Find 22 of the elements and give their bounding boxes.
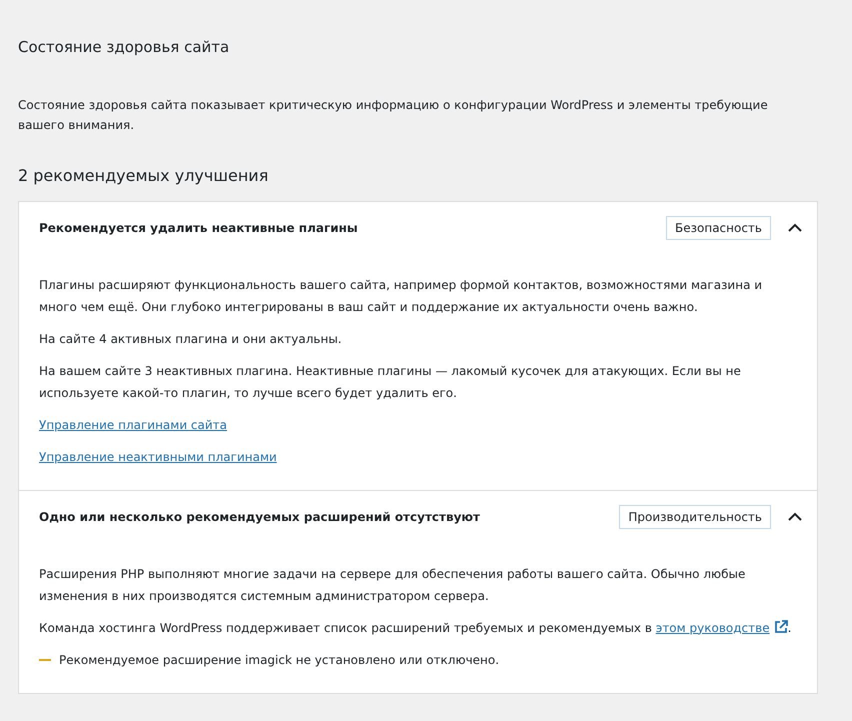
link[interactable]: этом руководстве — [656, 620, 788, 634]
page-description: Состояние здоровья сайта показывает критическую информацию о конфигурации WordPress и элементы требующие вашего внимания. — [18, 96, 769, 134]
warning-dash-icon — [39, 658, 51, 660]
external-link-icon — [774, 620, 788, 634]
paragraph: Расширения PHP выполняют многие задачи на сервере для обеспечения работы вашего сайта. Обычно любые изменения в них производятся системным администратором сервера. — [39, 566, 746, 604]
issue-header[interactable]: Одно или несколько рекомендуемых расширений отсутствуют Производительность — [19, 490, 817, 542]
link[interactable]: Управление плагинами сайта — [39, 418, 228, 432]
page-title: Состояние здоровья сайта — [18, 37, 230, 58]
paragraph: На сайте 4 активных плагина и они актуальны. — [39, 330, 343, 348]
paragraph: На вашем сайте 3 неактивных плагина. Неактивные плагины — лакомый кусочек для атакующих. Если вы не используете какой-то плагин, то лучше всего будет удалить его. — [39, 362, 742, 402]
link[interactable]: Управление неактивными плагинами — [39, 450, 277, 464]
issue-title: Рекомендуется удалить неактивные плагины — [39, 220, 359, 236]
section-heading: 2 рекомендуемых улучшения — [18, 164, 270, 186]
chevron-up-icon — [787, 222, 803, 232]
warning-text: Рекомендуемое расширение imagick не установлено или отключено. — [59, 652, 500, 668]
category-badge: Производительность — [619, 504, 771, 528]
chevron-up-icon — [787, 512, 803, 522]
issue-title: Одно или несколько рекомендуемых расширений отсутствуют — [39, 508, 482, 526]
paragraph: Команда хостинга WordPress поддерживает список расширений требуемых и рекомендуемых в этом руководстве . — [39, 618, 792, 636]
issue-header[interactable]: Рекомендуется удалить неактивные плагины Безопасность — [19, 202, 817, 254]
category-badge: Безопасность — [666, 216, 771, 240]
paragraph: Плагины расширяют функциональность вашего сайта, например формой контактов, возможностями магазина и много чем ещё. Они глубоко интегрированы в ваш сайт и поддержание их актуальности очень важно. — [39, 276, 764, 316]
